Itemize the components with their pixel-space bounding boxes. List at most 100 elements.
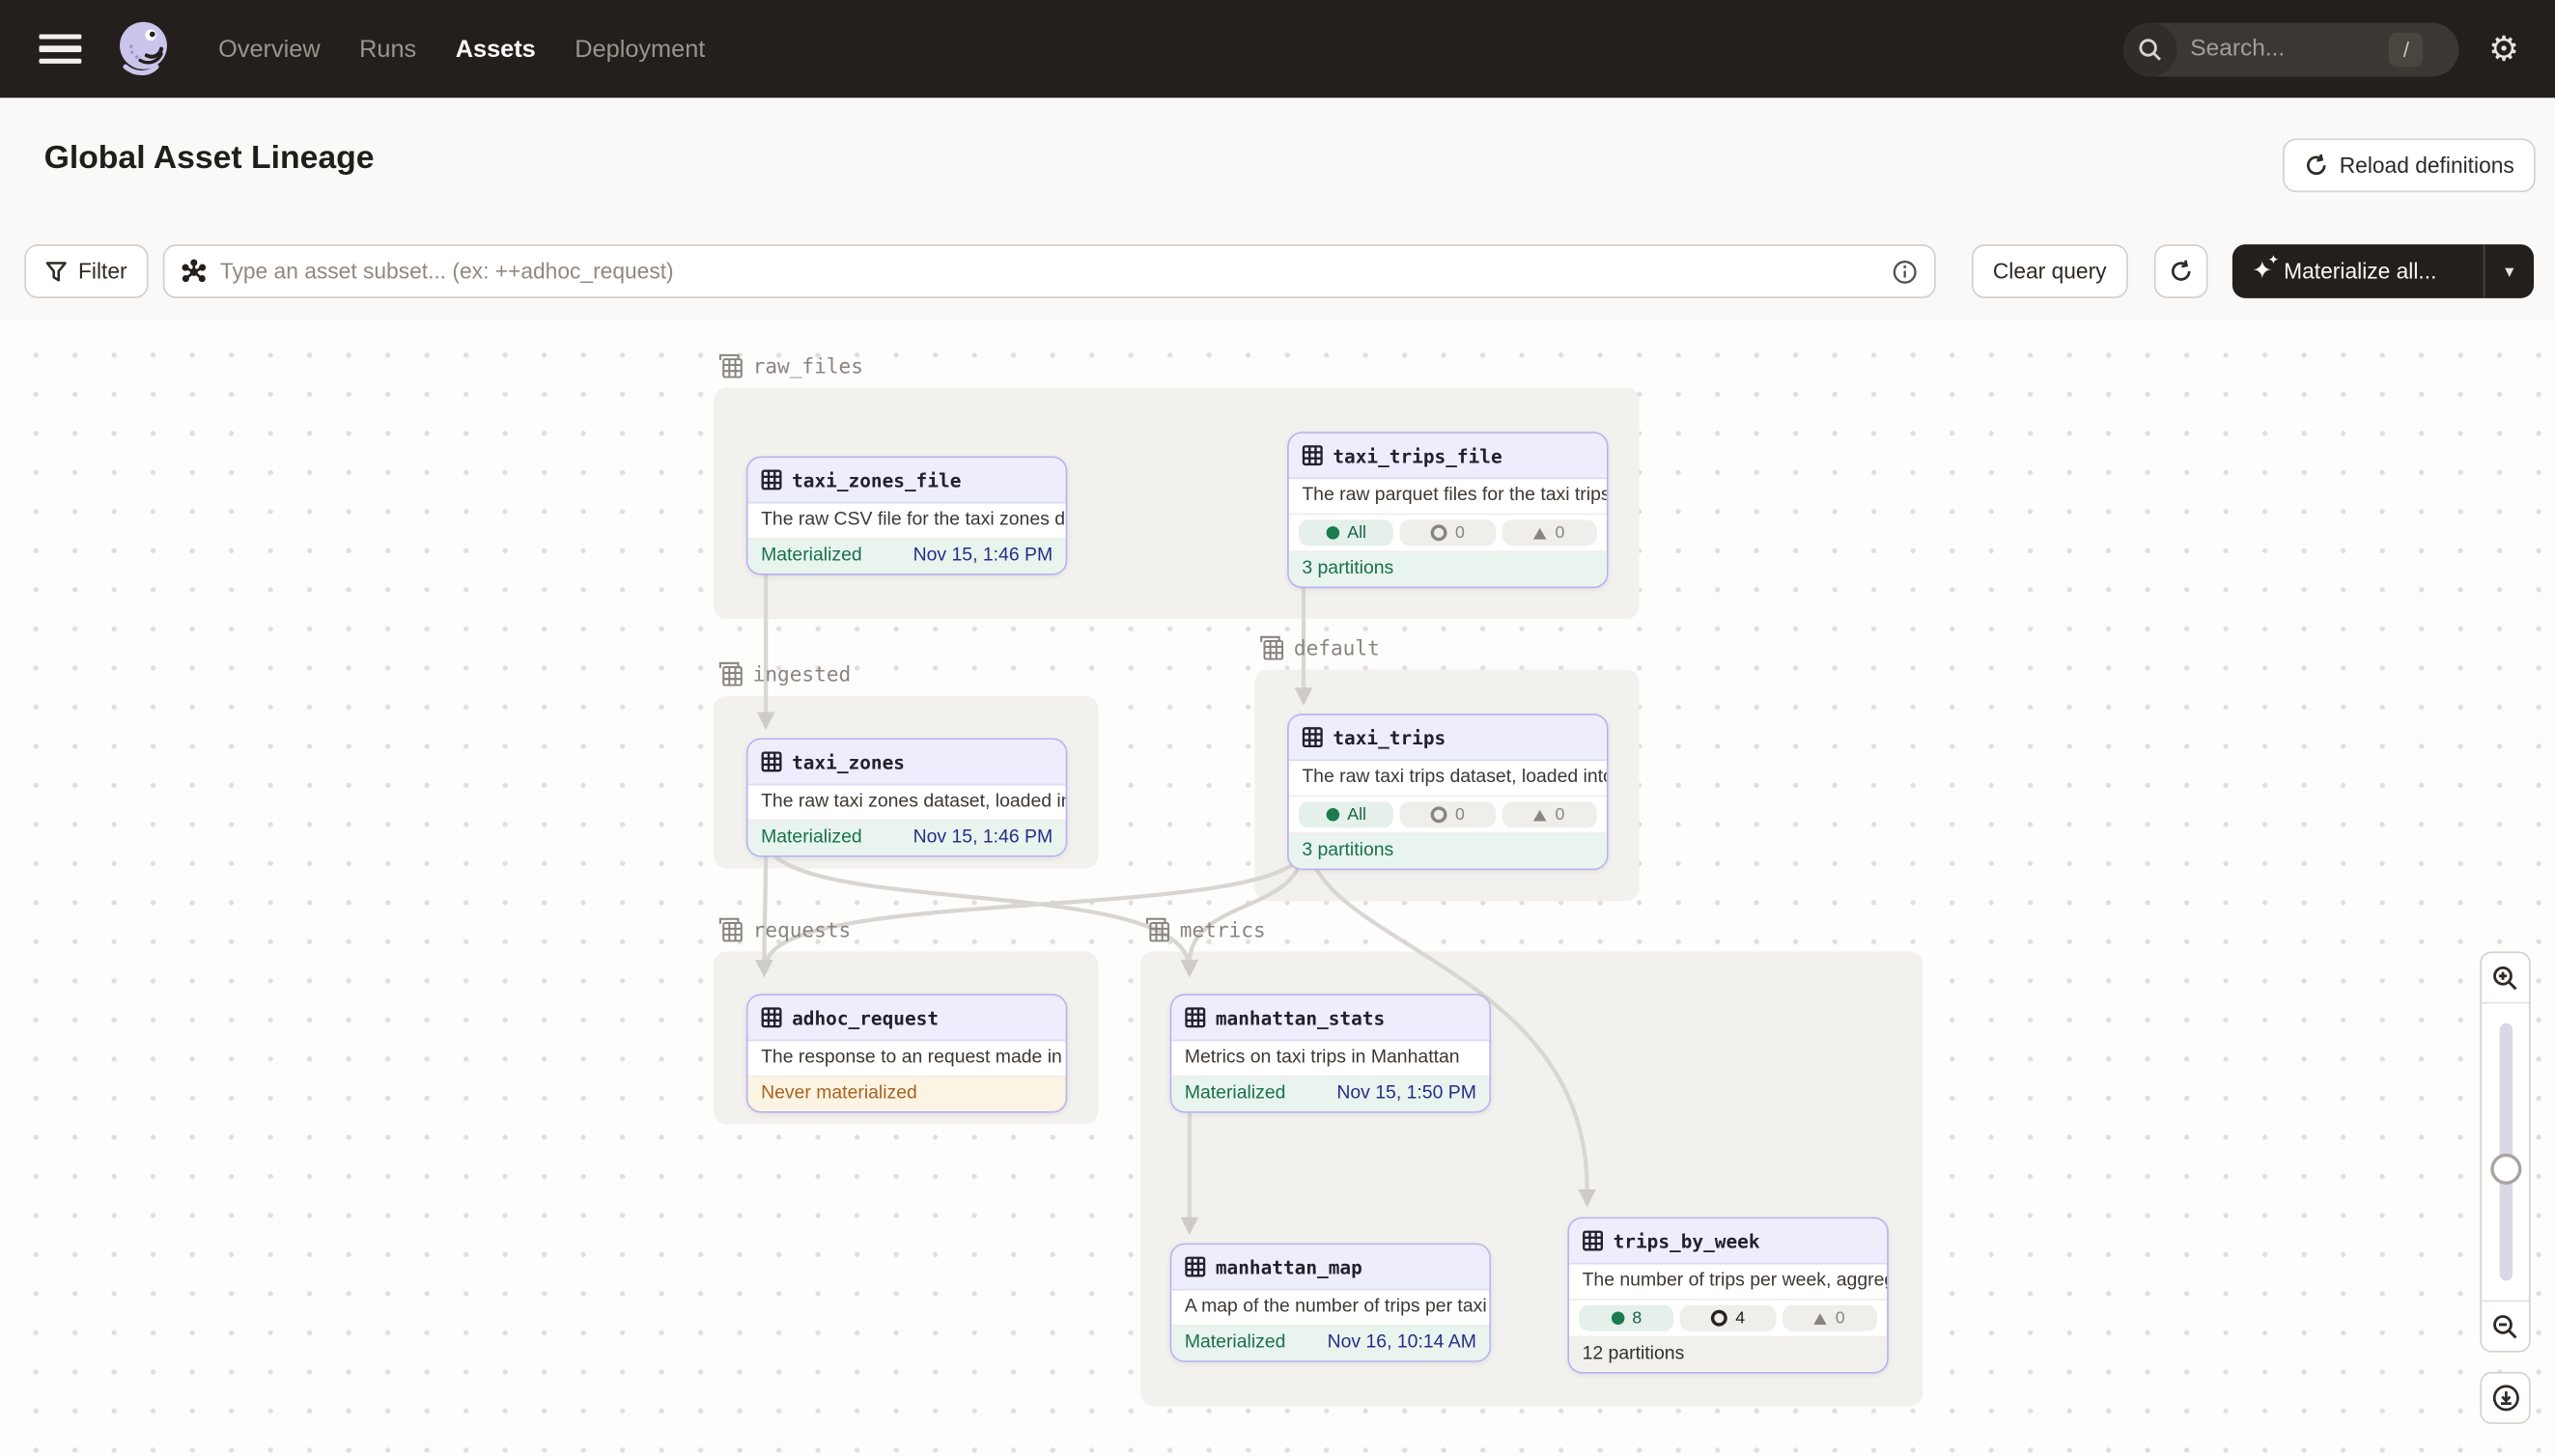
status-label: Materialized [1185,1331,1286,1356]
search-shortcut-badge: / [2389,32,2423,66]
materialized-partitions-badge[interactable]: All [1299,519,1393,546]
status-timestamp[interactable]: Nov 15, 1:46 PM [913,826,1053,851]
asset-node-taxi_trips[interactable]: taxi_trips The raw taxi trips dataset, l… [1287,714,1608,870]
asset-node-manhattan_map[interactable]: manhattan_map A map of the number of tri… [1170,1244,1491,1362]
dagster-logo[interactable] [111,16,177,82]
failed-partitions-badge[interactable]: 0 [1400,801,1495,827]
failed-partitions-badge[interactable]: 4 [1680,1305,1775,1331]
status-timestamp[interactable]: Nov 15, 1:50 PM [1336,1082,1476,1106]
failed-partitions-badge[interactable]: 0 [1400,519,1495,546]
zoom-out-icon [2491,1312,2519,1340]
inprogress-partitions-badge[interactable]: 0 [1502,801,1596,827]
zoom-in-button[interactable] [2482,953,2529,1002]
zoom-slider-thumb[interactable] [2490,1154,2521,1185]
status-timestamp[interactable]: Nov 16, 10:14 AM [1328,1331,1476,1356]
nav-item-assets[interactable]: Assets [456,35,536,63]
asset-node-header: adhoc_request [748,995,1066,1041]
partitions-footer: 3 partitions [1289,552,1607,586]
asset-node-trips_by_week[interactable]: trips_by_week The number of trips per we… [1567,1218,1888,1374]
group-label-default[interactable]: default [1259,635,1379,659]
asset-node-taxi_trips_file[interactable]: taxi_trips_file The raw parquet files fo… [1287,432,1608,588]
nav-item-runs[interactable]: Runs [359,35,416,63]
status-label: Materialized [1185,1082,1286,1106]
asset-group-icon [718,353,743,378]
group-label-raw_files[interactable]: raw_files [718,353,863,378]
filter-button[interactable]: Filter [24,244,148,298]
asset-description: The raw parquet files for the taxi trips… [1289,479,1607,515]
reload-definitions-button[interactable]: Reload definitions [2283,138,2536,192]
nav-item-overview[interactable]: Overview [218,35,320,63]
asset-status-row: Materialized Nov 15, 1:50 PM [1171,1077,1489,1110]
status-timestamp[interactable]: Nov 15, 1:46 PM [913,545,1053,569]
filled-dot-icon [1611,1311,1624,1325]
group-label-metrics[interactable]: metrics [1145,917,1265,941]
materialize-dropdown-caret[interactable]: ▾ [2484,244,2534,298]
asset-description: The raw taxi trips dataset, loaded into … [1289,761,1607,797]
asset-node-manhattan_stats[interactable]: manhattan_stats Metrics on taxi trips in… [1170,994,1491,1112]
partition-badges: 8 4 0 [1569,1301,1887,1338]
table-icon [761,469,782,490]
asset-name: manhattan_map [1216,1255,1362,1278]
partitions-footer: 3 partitions [1289,834,1607,868]
table-icon [1302,727,1323,748]
download-image-button[interactable] [2480,1372,2530,1424]
partition-badges: All 0 0 [1289,515,1607,552]
clear-query-button[interactable]: Clear query [1972,244,2128,298]
asset-node-header: manhattan_stats [1171,995,1489,1041]
asset-name: taxi_zones_file [792,468,961,491]
global-search-input[interactable]: Search... / [2123,22,2459,76]
ring-icon [1711,1310,1727,1327]
asset-node-header: trips_by_week [1569,1218,1887,1264]
asset-name: taxi_trips [1333,726,1446,749]
asset-node-adhoc_request[interactable]: adhoc_request The response to an request… [746,994,1067,1112]
app-viewport: raw_files ingested default requests metr… [0,0,2555,1456]
menu-hamburger-icon[interactable] [40,34,82,63]
info-icon[interactable] [1892,258,1918,284]
inprogress-partitions-badge[interactable]: 0 [1783,1305,1877,1331]
asset-description: The number of trips per week, aggreg... [1569,1265,1887,1301]
table-icon [761,751,782,772]
table-icon [761,1007,782,1028]
zoom-slider[interactable] [2482,1002,2529,1302]
zoom-slider-track[interactable] [2499,1023,2513,1281]
group-label-ingested[interactable]: ingested [718,661,851,686]
asset-status-row: Materialized Nov 16, 10:14 AM [1171,1327,1489,1360]
sparkle-icon: ✦✦ [2252,259,2272,283]
search-icon [2138,37,2162,61]
asset-subset-input[interactable]: Type an asset subset... (ex: ++adhoc_req… [163,244,1936,298]
ring-icon [1431,806,1447,823]
asset-node-header: taxi_trips [1289,715,1607,761]
nav-item-deployment[interactable]: Deployment [575,35,705,63]
asset-graph-icon [181,258,207,284]
filled-dot-icon [1326,808,1339,822]
group-label-requests[interactable]: requests [718,917,851,941]
asset-group-icon [1145,917,1169,941]
materialized-partitions-badge[interactable]: All [1299,801,1393,827]
asset-description: The response to an request made in th... [748,1041,1066,1077]
materialized-partitions-badge[interactable]: 8 [1579,1305,1673,1331]
gear-icon[interactable]: ⚙ [2488,32,2519,66]
asset-description: Metrics on taxi trips in Manhattan [1171,1041,1489,1077]
asset-node-header: taxi_zones [748,740,1066,785]
status-label: Never materialized [761,1082,917,1106]
asset-node-header: manhattan_map [1171,1245,1489,1290]
refresh-graph-button[interactable] [2154,244,2208,298]
lineage-toolbar: Filter Type an asset subset... (ex: ++ad… [0,223,2555,320]
inprogress-partitions-badge[interactable]: 0 [1502,519,1596,546]
triangle-icon [1534,527,1548,539]
download-icon [2490,1384,2519,1413]
asset-node-taxi_zones_file[interactable]: taxi_zones_file The raw CSV file for the… [746,457,1067,575]
page-header: Global Asset Lineage Reload definitions [0,98,2555,225]
status-label: Materialized [761,545,862,569]
table-icon [1302,445,1323,466]
refresh-icon [2169,259,2193,283]
asset-name: manhattan_stats [1216,1006,1385,1029]
asset-name: trips_by_week [1614,1229,1760,1252]
triangle-icon [1814,1312,1828,1324]
dagster-ui: raw_files ingested default requests metr… [0,0,2555,1456]
asset-status-row: Materialized Nov 15, 1:46 PM [748,822,1066,855]
zoom-out-button[interactable] [2482,1302,2529,1351]
page-title: Global Asset Lineage [44,140,375,178]
materialize-all-button[interactable]: ✦✦ Materialize all... ▾ [2232,244,2534,298]
asset-node-taxi_zones[interactable]: taxi_zones The raw taxi zones dataset, l… [746,738,1067,856]
